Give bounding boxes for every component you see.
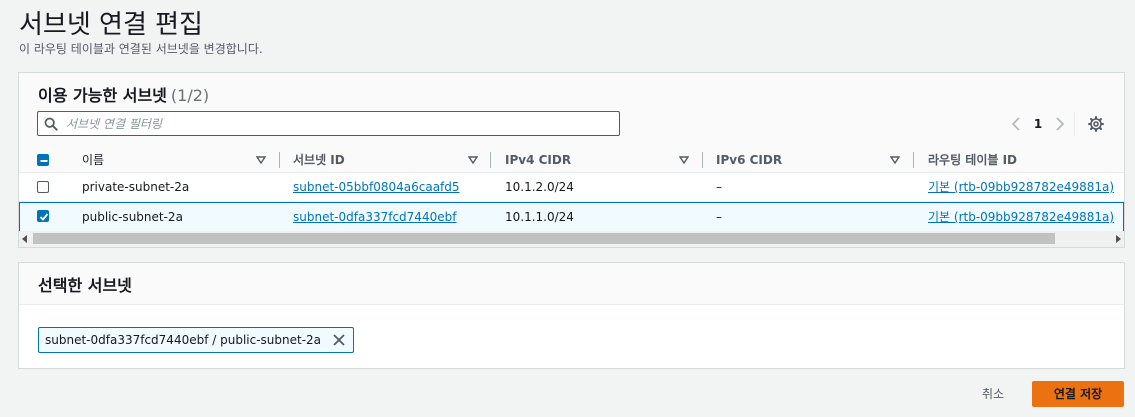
row-checkbox[interactable] [37,210,49,222]
column-header-ipv6[interactable]: IPv6 CIDR [716,147,782,173]
row-ipv4: 10.1.1.0/24 [505,210,574,224]
subnet-filter[interactable] [37,111,620,136]
row-name: private-subnet-2a [82,180,190,194]
chevron-left-icon[interactable] [1008,116,1024,132]
toolbar-divider [1074,112,1075,136]
row-name: public-subnet-2a [82,210,183,224]
scrollbar-thumb[interactable] [33,233,1055,244]
select-all-checkbox[interactable] [37,154,49,166]
caret-down-icon[interactable] [679,155,689,165]
available-subnets-header: 이용 가능한 서브넷(1/2) 1 [19,73,1124,147]
row-checkbox[interactable] [37,181,49,193]
column-header-route-table[interactable]: 라우팅 테이블 ID [928,147,1017,173]
caret-down-icon[interactable] [256,155,266,165]
row-route-table-link[interactable]: 기본 (rtb-09bb928782e49881a) [928,173,1114,202]
pagination: 1 [1008,115,1068,133]
column-header-subnet-id[interactable]: 서브넷 ID [293,147,345,173]
token-label: subnet-0dfa337fcd7440ebf / public-subnet… [45,333,322,347]
row-subnet-id-link[interactable]: subnet-0dfa337fcd7440ebf [293,203,456,232]
selected-subnets-header: 선택한 서브넷 [19,263,1124,305]
selected-subnet-token: subnet-0dfa337fcd7440ebf / public-subnet… [38,327,355,353]
table-row[interactable]: public-subnet-2a subnet-0dfa337fcd7440eb… [19,202,1124,232]
column-header-ipv4[interactable]: IPv4 CIDR [505,147,571,173]
available-subnets-heading-text: 이용 가능한 서브넷 [38,86,167,105]
row-subnet-id-link[interactable]: subnet-05bbf0804a6caafd5 [293,173,460,202]
selected-subnets-heading: 선택한 서브넷 [38,276,132,295]
scroll-right-arrow[interactable] [1116,235,1121,243]
column-divider [279,152,280,168]
caret-down-icon[interactable] [468,155,478,165]
column-header-name[interactable]: 이름 [82,147,104,173]
row-ipv6: – [716,180,722,194]
page-description: 이 라우팅 테이블과 연결된 서브넷을 변경합니다. [19,42,263,56]
save-associations-button[interactable]: 연결 저장 [1032,381,1124,407]
column-divider [490,152,491,168]
selection-count: (1/2) [170,86,210,105]
horizontal-scrollbar[interactable] [19,231,1124,247]
gear-icon[interactable] [1088,116,1104,132]
page-number[interactable]: 1 [1024,117,1052,131]
row-route-table-link[interactable]: 기본 (rtb-09bb928782e49881a) [928,203,1114,232]
page-title: 서브넷 연결 편집 [19,10,203,40]
available-subnets-panel: 이용 가능한 서브넷(1/2) 1 [18,72,1125,248]
table-row[interactable]: private-subnet-2a subnet-05bbf0804a6caaf… [19,173,1124,202]
subnet-filter-input[interactable] [66,114,606,133]
search-icon [44,117,58,131]
row-ipv4: 10.1.2.0/24 [505,180,574,194]
cancel-button[interactable]: 취소 [968,381,1018,407]
available-subnets-heading: 이용 가능한 서브넷 (1/2) [38,82,209,106]
column-divider [702,152,703,168]
column-divider [913,152,914,168]
chevron-right-icon[interactable] [1052,116,1068,132]
caret-down-icon[interactable] [890,155,900,165]
selected-subnets-panel: 선택한 서브넷 subnet-0dfa337fcd7440ebf / publi… [18,262,1125,369]
table-header: 이름 서브넷 ID IPv4 CIDR IPv6 CIDR 라우팅 테이블 ID [19,147,1124,173]
scroll-left-arrow[interactable] [22,235,27,243]
close-icon[interactable] [331,332,347,348]
row-ipv6: – [716,210,722,224]
